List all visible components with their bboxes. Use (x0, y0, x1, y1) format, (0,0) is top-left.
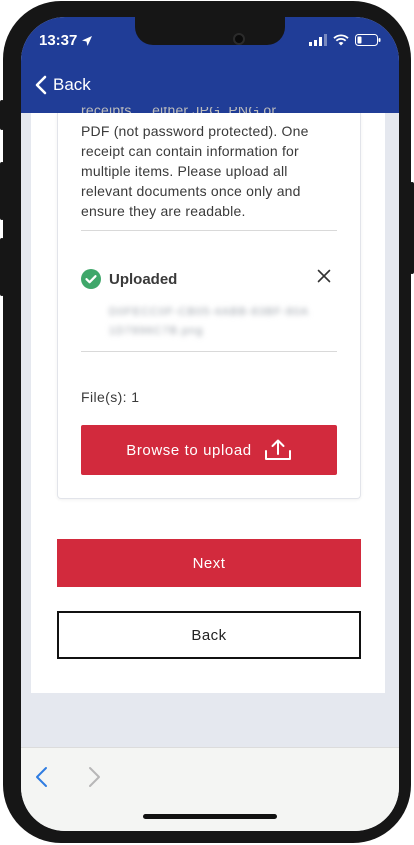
chevron-left-icon[interactable] (35, 766, 49, 788)
uploaded-status: Uploaded (81, 267, 337, 291)
status-time: 13:37 (39, 32, 93, 49)
status-icons (309, 34, 381, 46)
chevron-right-icon[interactable] (87, 766, 101, 788)
filename-line-2: 1D7896C7B.png (109, 325, 204, 337)
phone-screen: 13:37 Back PDF (not password protected).… (21, 17, 399, 831)
upload-icon (264, 439, 291, 460)
header-back-button[interactable]: Back (35, 75, 91, 95)
uploaded-label: Uploaded (109, 270, 178, 288)
battery-icon (355, 34, 381, 46)
status-time-text: 13:37 (39, 32, 78, 49)
divider-bottom (81, 351, 337, 352)
divider-top (81, 230, 337, 231)
wifi-icon (333, 34, 349, 46)
file-count: File(s): 1 (81, 389, 140, 405)
browse-label: Browse to upload (126, 441, 252, 459)
front-camera (233, 33, 245, 45)
instructions-text: PDF (not password protected). One receip… (81, 123, 309, 219)
location-arrow-icon (82, 35, 93, 46)
notch (135, 17, 285, 45)
filename-line-1: D0FECC0F-CB05-4ABB-83BF-80A (109, 306, 310, 318)
remove-file-icon[interactable] (317, 269, 331, 283)
instructions-partial-text: receipts ... either JPG, PNG or (81, 107, 341, 113)
back-button[interactable]: Back (57, 611, 361, 659)
phone-frame: 13:37 Back PDF (not password protected).… (3, 1, 411, 843)
header-back-label: Back (53, 75, 91, 94)
uploaded-filename: D0FECC0F-CB05-4ABB-83BF-80A 1D7896C7B.pn… (109, 303, 329, 341)
browse-to-upload-button[interactable]: Browse to upload (81, 425, 337, 475)
home-indicator (143, 814, 277, 819)
next-button[interactable]: Next (57, 539, 361, 587)
chevron-left-icon (35, 75, 47, 95)
upload-instructions: receipts ... either JPG, PNG or PDF (not… (81, 107, 341, 221)
signal-icon (309, 34, 327, 46)
check-circle-icon (81, 269, 101, 289)
